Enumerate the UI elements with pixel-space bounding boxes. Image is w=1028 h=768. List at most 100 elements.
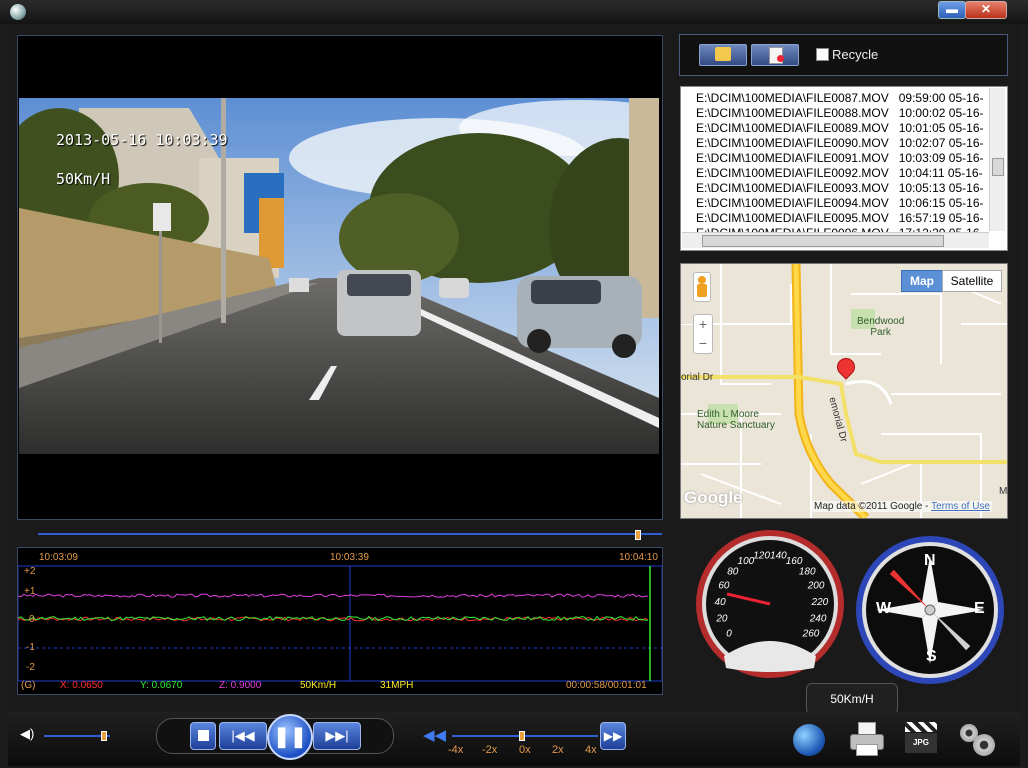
scroll-thumb[interactable] <box>992 158 1004 176</box>
speedometer-tick-label: 180 <box>799 567 816 578</box>
list-item[interactable]: E:\DCIM\100MEDIA\FILE0087.MOV 09:59:00 0… <box>696 91 983 105</box>
seek-thumb[interactable] <box>635 530 641 540</box>
app-icon <box>10 4 26 20</box>
recycle-checkbox[interactable] <box>816 48 829 61</box>
speedometer-tick-label: 160 <box>786 556 803 567</box>
volume-icon[interactable]: ◀) <box>20 726 34 741</box>
gsensor-graph: 10:03:09 10:03:39 10:04:10 +2 +1 0 -1 -2… <box>17 547 663 695</box>
graph-plot-border <box>18 565 662 682</box>
list-item[interactable]: E:\DCIM\100MEDIA\FILE0094.MOV 10:06:15 0… <box>696 196 983 210</box>
graph-time-end: 10:04:10 <box>619 552 658 563</box>
speed-label: -4x <box>448 744 464 756</box>
graph-ytick: -1 <box>26 642 35 653</box>
map-tab[interactable]: Map <box>901 270 943 292</box>
graph-ytick: -2 <box>26 662 35 673</box>
pegman-icon[interactable] <box>693 272 711 302</box>
fast-forward-icon: ▶▶ <box>603 729 623 743</box>
skip-back-icon: |◀◀ <box>231 728 255 743</box>
open-folder-button[interactable] <box>699 44 747 66</box>
satellite-tab[interactable]: Satellite <box>942 270 1002 292</box>
delete-file-button[interactable] <box>751 44 799 66</box>
zoom-in-button[interactable]: + <box>694 315 712 333</box>
speedometer: 0 20 40 60 80 100 120 140 160 180 200 220 240 260 <box>694 528 846 680</box>
seek-bar[interactable] <box>38 533 662 535</box>
speedometer-tick-label: 140 <box>770 551 787 562</box>
list-item[interactable]: E:\DCIM\100MEDIA\FILE0089.MOV 10:01:05 0… <box>696 121 983 135</box>
volume-thumb[interactable] <box>101 731 108 741</box>
speed-label: 0x <box>519 744 531 756</box>
compass-north: N <box>924 552 936 569</box>
scroll-thumb[interactable] <box>702 235 944 247</box>
park-label: Bendwood Park <box>857 316 905 338</box>
jpg-snapshot-icon[interactable]: JPG <box>905 722 939 754</box>
list-item[interactable]: E:\DCIM\100MEDIA\FILE0088.MOV 10:00:02 0… <box>696 106 983 120</box>
speedometer-tick-label: 100 <box>738 556 755 567</box>
graph-z-value: Z: 0.9000 <box>219 680 262 691</box>
zoom-out-button[interactable]: − <box>694 334 712 352</box>
speedometer-tick-label: 220 <box>811 597 829 608</box>
compass: N E S W <box>854 534 1006 686</box>
playback-speed-thumb[interactable] <box>519 731 525 741</box>
compass-south: S <box>926 648 937 665</box>
stop-button[interactable] <box>190 722 216 750</box>
speedometer-tick-label: 60 <box>718 581 730 592</box>
graph-time-start: 10:03:09 <box>39 552 78 563</box>
title-bar <box>0 0 1028 24</box>
google-earth-icon[interactable] <box>793 724 825 756</box>
video-frame-image[interactable]: 2013-05-16 10:03:39 50Km/H <box>19 98 659 454</box>
speedometer-tick-label: 80 <box>727 567 739 578</box>
print-icon[interactable] <box>850 722 884 756</box>
list-item[interactable]: E:\DCIM\100MEDIA\FILE0092.MOV 10:04:11 0… <box>696 166 983 180</box>
graph-ytick: +1 <box>24 586 36 597</box>
speed-label: 2x <box>552 744 564 756</box>
speedometer-tick-label: 240 <box>809 614 827 625</box>
file-list: E:\DCIM\100MEDIA\FILE0087.MOV 09:59:00 0… <box>680 86 1008 251</box>
speedometer-tick-label: 260 <box>802 629 820 640</box>
fast-forward-button[interactable]: ▶▶ <box>600 722 626 750</box>
map-edge-label: M <box>999 486 1008 497</box>
list-item[interactable]: E:\DCIM\100MEDIA\FILE0090.MOV 10:02:07 0… <box>696 136 983 150</box>
speedometer-tick-label: 0 <box>726 629 732 640</box>
recycle-label: Recycle <box>832 47 879 62</box>
graph-y-value: Y: 0.0670 <box>140 680 183 691</box>
speed-label: 4x <box>585 744 597 756</box>
graph-ytick: +2 <box>24 566 36 577</box>
settings-icon[interactable] <box>960 724 995 756</box>
speedometer-tick-label: 200 <box>807 581 825 592</box>
file-list-horizontal-scrollbar[interactable] <box>682 232 989 248</box>
folder-search-icon <box>715 47 731 61</box>
graph-time-mid: 10:03:39 <box>330 552 369 563</box>
speed-label: -2x <box>482 744 498 756</box>
list-item[interactable]: E:\DCIM\100MEDIA\FILE0093.MOV 10:05:13 0… <box>696 181 983 195</box>
close-button[interactable]: ✕ <box>965 1 1007 19</box>
street-label: orial Dr <box>681 372 714 383</box>
video-speed-overlay: 50Km/H <box>56 170 111 188</box>
compass-east: E <box>974 600 985 617</box>
file-list-vertical-scrollbar[interactable] <box>989 88 1005 231</box>
rewind-icon[interactable]: ◀◀ <box>423 726 446 744</box>
speedometer-tick-label: 20 <box>715 614 728 625</box>
graph-speed-mph: 31MPH <box>380 680 414 691</box>
next-button[interactable]: ▶▶| <box>313 722 361 750</box>
minimize-button[interactable]: ▬ <box>938 1 966 19</box>
list-item[interactable]: E:\DCIM\100MEDIA\FILE0095.MOV 16:57:19 0… <box>696 211 983 225</box>
graph-trace-z <box>18 593 649 598</box>
map-attribution: Map data ©2011 Google - Terms of Use <box>812 501 992 512</box>
sanctuary-label: Edith L Moore Nature Sanctuary <box>697 409 775 431</box>
speedometer-tick-label: 120 <box>753 551 770 562</box>
volume-slider[interactable] <box>44 735 110 737</box>
previous-button[interactable]: |◀◀ <box>219 722 267 750</box>
gps-map[interactable]: Map Satellite + − Bendwood Park orial Dr… <box>680 263 1008 519</box>
graph-x-value: X: 0.0650 <box>60 680 103 691</box>
google-logo: Google <box>684 488 743 507</box>
video-datetime-overlay: 2013-05-16 10:03:39 <box>56 131 228 149</box>
stop-icon <box>198 730 209 741</box>
playback-speed-slider[interactable] <box>452 735 598 737</box>
list-item[interactable]: E:\DCIM\100MEDIA\FILE0091.MOV 10:03:09 0… <box>696 151 983 165</box>
pause-icon: ❚❚ <box>273 726 307 748</box>
compass-west: W <box>876 600 892 617</box>
pause-button[interactable]: ❚❚ <box>267 714 313 760</box>
graph-speed-kmh: 50Km/H <box>300 680 337 691</box>
terms-of-use-link[interactable]: Terms of Use <box>931 501 990 512</box>
speed-readout: 50Km/H <box>806 683 898 715</box>
